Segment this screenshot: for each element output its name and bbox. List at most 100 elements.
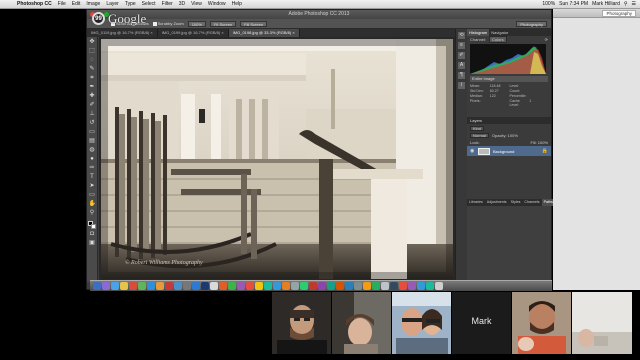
fill-screen-button[interactable]: Fill Screen bbox=[240, 20, 268, 27]
hand-tool-icon[interactable]: ✋ bbox=[89, 201, 96, 208]
history-brush-tool-icon[interactable]: ↺ bbox=[89, 120, 96, 127]
quick-mask-icon[interactable]: ◘ bbox=[89, 231, 96, 238]
trash-icon[interactable] bbox=[435, 282, 443, 290]
layer-kind-filter[interactable]: Kind bbox=[470, 126, 485, 131]
tab-styles[interactable]: Styles bbox=[509, 199, 523, 206]
itunes-icon[interactable] bbox=[237, 282, 245, 290]
document-tab[interactable]: IMG_0199.jpg @ 16.7% (RGB/8) × bbox=[158, 29, 229, 37]
menu-layer[interactable]: Layer bbox=[103, 1, 122, 7]
app-icon[interactable] bbox=[363, 282, 371, 290]
search-icon[interactable]: ⚲ bbox=[624, 1, 628, 7]
facetime-icon[interactable] bbox=[228, 282, 236, 290]
app-icon[interactable] bbox=[264, 282, 272, 290]
list-icon[interactable]: ☰ bbox=[632, 1, 636, 7]
healing-tool-icon[interactable]: ✚ bbox=[89, 93, 96, 100]
app-icon[interactable] bbox=[309, 282, 317, 290]
chrome-icon[interactable] bbox=[120, 282, 128, 290]
app-icon[interactable] bbox=[336, 282, 344, 290]
app-icon[interactable] bbox=[327, 282, 335, 290]
user-name[interactable]: Mark Hilliard bbox=[592, 1, 620, 7]
tab-navigator[interactable]: Navigator bbox=[489, 29, 510, 36]
brush-panel-icon[interactable]: ✐ bbox=[458, 52, 465, 59]
fill-field[interactable]: Fill: 100% bbox=[530, 140, 548, 145]
histogram-source-select[interactable]: Entire Image bbox=[470, 76, 548, 82]
properties-icon[interactable]: ≡ bbox=[458, 42, 465, 49]
mail-icon[interactable] bbox=[147, 282, 155, 290]
screen-mode-icon[interactable]: ▣ bbox=[89, 240, 96, 247]
participant-video[interactable] bbox=[512, 292, 571, 354]
menu-image[interactable]: Image bbox=[83, 1, 103, 7]
blur-tool-icon[interactable]: ◍ bbox=[89, 147, 96, 154]
tab-adjustments[interactable]: Adjustments bbox=[485, 199, 509, 206]
workspace-select[interactable]: Photography bbox=[516, 20, 547, 27]
tab-histogram[interactable]: Histogram bbox=[467, 29, 490, 36]
tab-channels[interactable]: Channels bbox=[522, 199, 541, 206]
notes-icon[interactable] bbox=[210, 282, 218, 290]
finder-icon[interactable] bbox=[93, 282, 101, 290]
document-canvas[interactable]: © Robert Williams Photography bbox=[99, 37, 455, 282]
app-icon[interactable] bbox=[408, 282, 416, 290]
dodge-tool-icon[interactable]: ● bbox=[89, 156, 96, 163]
brush-tool-icon[interactable]: ✐ bbox=[89, 102, 96, 109]
messages-icon[interactable] bbox=[138, 282, 146, 290]
app-icon[interactable] bbox=[381, 282, 389, 290]
history-icon[interactable]: ⟲ bbox=[458, 32, 465, 39]
eyedropper-tool-icon[interactable]: ✒ bbox=[89, 84, 96, 91]
zoom-tool-icon[interactable]: ⚲ bbox=[89, 210, 96, 217]
app-icon[interactable] bbox=[282, 282, 290, 290]
crop-tool-icon[interactable]: ⌗ bbox=[89, 75, 96, 82]
app-icon[interactable] bbox=[417, 282, 425, 290]
participant-video[interactable] bbox=[572, 292, 632, 354]
menu-app-name[interactable]: Photoshop CC bbox=[14, 1, 55, 7]
move-tool-icon[interactable]: ✥ bbox=[89, 39, 96, 46]
layers-panel-title[interactable]: Layers bbox=[467, 117, 551, 124]
clone-stamp-tool-icon[interactable]: ⊥ bbox=[89, 111, 96, 118]
menu-edit[interactable]: Edit bbox=[69, 1, 84, 7]
app-icon[interactable] bbox=[399, 282, 407, 290]
zoom-100-button[interactable]: 100% bbox=[187, 20, 206, 27]
type-tool-icon[interactable]: T bbox=[89, 174, 96, 181]
layer-row[interactable]: ◉ Background 🔒 bbox=[467, 146, 551, 156]
blend-mode-select[interactable]: Normal bbox=[470, 133, 489, 138]
calendar-icon[interactable] bbox=[129, 282, 137, 290]
launchpad-icon[interactable] bbox=[102, 282, 110, 290]
app-icon[interactable] bbox=[345, 282, 353, 290]
participant-tile-mark[interactable]: Mark bbox=[452, 292, 511, 354]
app-icon[interactable] bbox=[291, 282, 299, 290]
color-swatches[interactable] bbox=[88, 221, 96, 229]
app-icon[interactable] bbox=[390, 282, 398, 290]
path-select-tool-icon[interactable]: ➤ bbox=[89, 183, 96, 190]
menu-select[interactable]: Select bbox=[139, 1, 159, 7]
opacity-field[interactable]: Opacity: 100% bbox=[492, 133, 518, 138]
gradient-tool-icon[interactable]: ▤ bbox=[89, 138, 96, 145]
battery-text[interactable]: 100% bbox=[542, 1, 555, 7]
safari-icon[interactable] bbox=[111, 282, 119, 290]
menu-file[interactable]: File bbox=[55, 1, 69, 7]
menu-3d[interactable]: 3D bbox=[176, 1, 188, 7]
app-icon[interactable] bbox=[300, 282, 308, 290]
photoshop-icon[interactable] bbox=[192, 282, 200, 290]
marquee-tool-icon[interactable]: ⬚ bbox=[89, 48, 96, 55]
participant-video[interactable] bbox=[272, 292, 331, 354]
participant-video[interactable] bbox=[332, 292, 391, 354]
music-icon[interactable] bbox=[165, 282, 173, 290]
character-icon[interactable]: A bbox=[458, 62, 465, 69]
workspace-dropdown[interactable]: Photography bbox=[602, 9, 636, 17]
shape-tool-icon[interactable]: ▭ bbox=[89, 192, 96, 199]
pen-tool-icon[interactable]: ✑ bbox=[89, 165, 96, 172]
lightroom-icon[interactable] bbox=[201, 282, 209, 290]
paragraph-icon[interactable]: ¶ bbox=[458, 72, 465, 79]
app-icon[interactable] bbox=[426, 282, 434, 290]
menu-help[interactable]: Help bbox=[229, 1, 245, 7]
menu-view[interactable]: View bbox=[188, 1, 205, 7]
quick-select-tool-icon[interactable]: ✎ bbox=[89, 66, 96, 73]
app-icon[interactable] bbox=[273, 282, 281, 290]
tab-libraries[interactable]: Libraries bbox=[467, 199, 485, 206]
eye-icon[interactable]: ◉ bbox=[470, 148, 475, 154]
lasso-tool-icon[interactable]: ◌ bbox=[89, 57, 96, 64]
app-icon[interactable] bbox=[354, 282, 362, 290]
app-icon[interactable] bbox=[246, 282, 254, 290]
menu-type[interactable]: Type bbox=[122, 1, 139, 7]
document-tab[interactable]: IMG_0119.jpg @ 16.7% (RGB/8) × bbox=[87, 29, 158, 37]
menu-filter[interactable]: Filter bbox=[159, 1, 176, 7]
